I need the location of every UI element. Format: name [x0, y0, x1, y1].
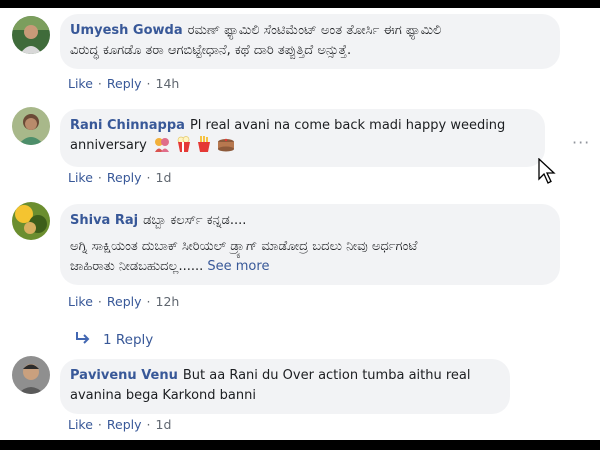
comment-bubble: Rani Chinnappa Pl real avani na come back… — [60, 109, 545, 167]
comment-bubble: Pavivenu Venu But aa Rani du Over action … — [60, 359, 510, 414]
like-button[interactable]: Like — [68, 294, 93, 309]
comment-bubble: Umyesh Gowda ರಮಣ್ ಫ್ಯಾಮಿಲಿ ಸೆಂಟಿಮೆಂಟ್ ಅಂತ… — [60, 14, 560, 69]
view-replies-link[interactable]: 1 Reply — [75, 332, 153, 348]
comment-actions: Like · Reply · 1d — [68, 170, 172, 185]
more-options-icon[interactable]: ··· — [572, 133, 590, 152]
like-button[interactable]: Like — [68, 417, 93, 432]
like-button[interactable]: Like — [68, 76, 93, 91]
comment-text: ಡಬ್ಬಾ ಕಲರ್ಸ್ ಕನ್ನಡ.... — [143, 213, 247, 228]
comment-author[interactable]: Umyesh Gowda — [70, 23, 183, 38]
comment-text: ರಮಣ್ ಫ್ಯಾಮಿಲಿ ಸೆಂಟಿಮೆಂಟ್ ಅಂತ ತೋರ್ಸಿ ಈಗ ಫ… — [187, 23, 442, 38]
reply-button[interactable]: Reply — [107, 76, 142, 91]
comment-text: avanina bega Karkond banni — [70, 388, 256, 403]
comment-text: But aa Rani du Over action tumba aithu r… — [182, 368, 471, 383]
comment-actions: Like · Reply · 12h — [68, 294, 180, 309]
comment-actions: Like · Reply · 1d — [68, 417, 172, 432]
avatar[interactable] — [12, 107, 50, 145]
frame-border — [0, 440, 600, 450]
cake-emoji-icon — [217, 136, 235, 159]
comment-author[interactable]: Shiva Raj — [70, 213, 138, 228]
comment-author[interactable]: Pavivenu Venu — [70, 368, 178, 383]
timestamp[interactable]: 1d — [156, 170, 172, 185]
comment-text: Pl real avani na come back madi happy we… — [189, 118, 506, 133]
avatar[interactable] — [12, 16, 50, 54]
avatar[interactable] — [12, 202, 50, 240]
reply-button[interactable]: Reply — [107, 170, 142, 185]
comment-actions: Like · Reply · 14h — [68, 76, 180, 91]
timestamp[interactable]: 14h — [156, 76, 180, 91]
comment-author[interactable]: Rani Chinnappa — [70, 118, 185, 133]
couple-emoji-icon — [153, 136, 171, 159]
reply-button[interactable]: Reply — [107, 294, 142, 309]
see-more-link[interactable]: See more — [207, 259, 269, 274]
reply-button[interactable]: Reply — [107, 417, 142, 432]
timestamp[interactable]: 12h — [156, 294, 180, 309]
comment-text: ಜಾಹಿರಾತು ನೀಡಬಹುದಲ್ಲ...... — [70, 259, 204, 274]
timestamp[interactable]: 1d — [156, 417, 172, 432]
popcorn-emoji-icon — [177, 136, 191, 159]
comment-text: ವಿರುದ್ಧ ಕೂಗಡೊ ತರಾ ಆಗಬಿಟ್ಟೇಧಾನೆ, ಕಥೆ ದಾರಿ… — [70, 43, 352, 58]
like-button[interactable]: Like — [68, 170, 93, 185]
comment-text: anniversary — [70, 138, 147, 153]
comment-bubble: Shiva Raj ಡಬ್ಬಾ ಕಲರ್ಸ್ ಕನ್ನಡ.... ಅಗ್ನಿ ಸಾ… — [60, 204, 560, 285]
comment-text: ಅಗ್ನಿ ಸಾಕ್ಷಿಯಂತ ದುಬಾಕ್ ಸೀರಿಯಲ್ ಡ್ರ್ಯಾಗ್ … — [70, 239, 418, 254]
avatar[interactable] — [12, 356, 50, 394]
reply-arrow-icon — [75, 332, 91, 348]
replies-count[interactable]: 1 Reply — [103, 332, 153, 348]
mouse-cursor-icon — [537, 157, 557, 186]
fries-emoji-icon — [197, 136, 211, 159]
comments-panel: Umyesh Gowda ರಮಣ್ ಫ್ಯಾಮಿಲಿ ಸೆಂಟಿಮೆಂಟ್ ಅಂತ… — [0, 8, 600, 440]
